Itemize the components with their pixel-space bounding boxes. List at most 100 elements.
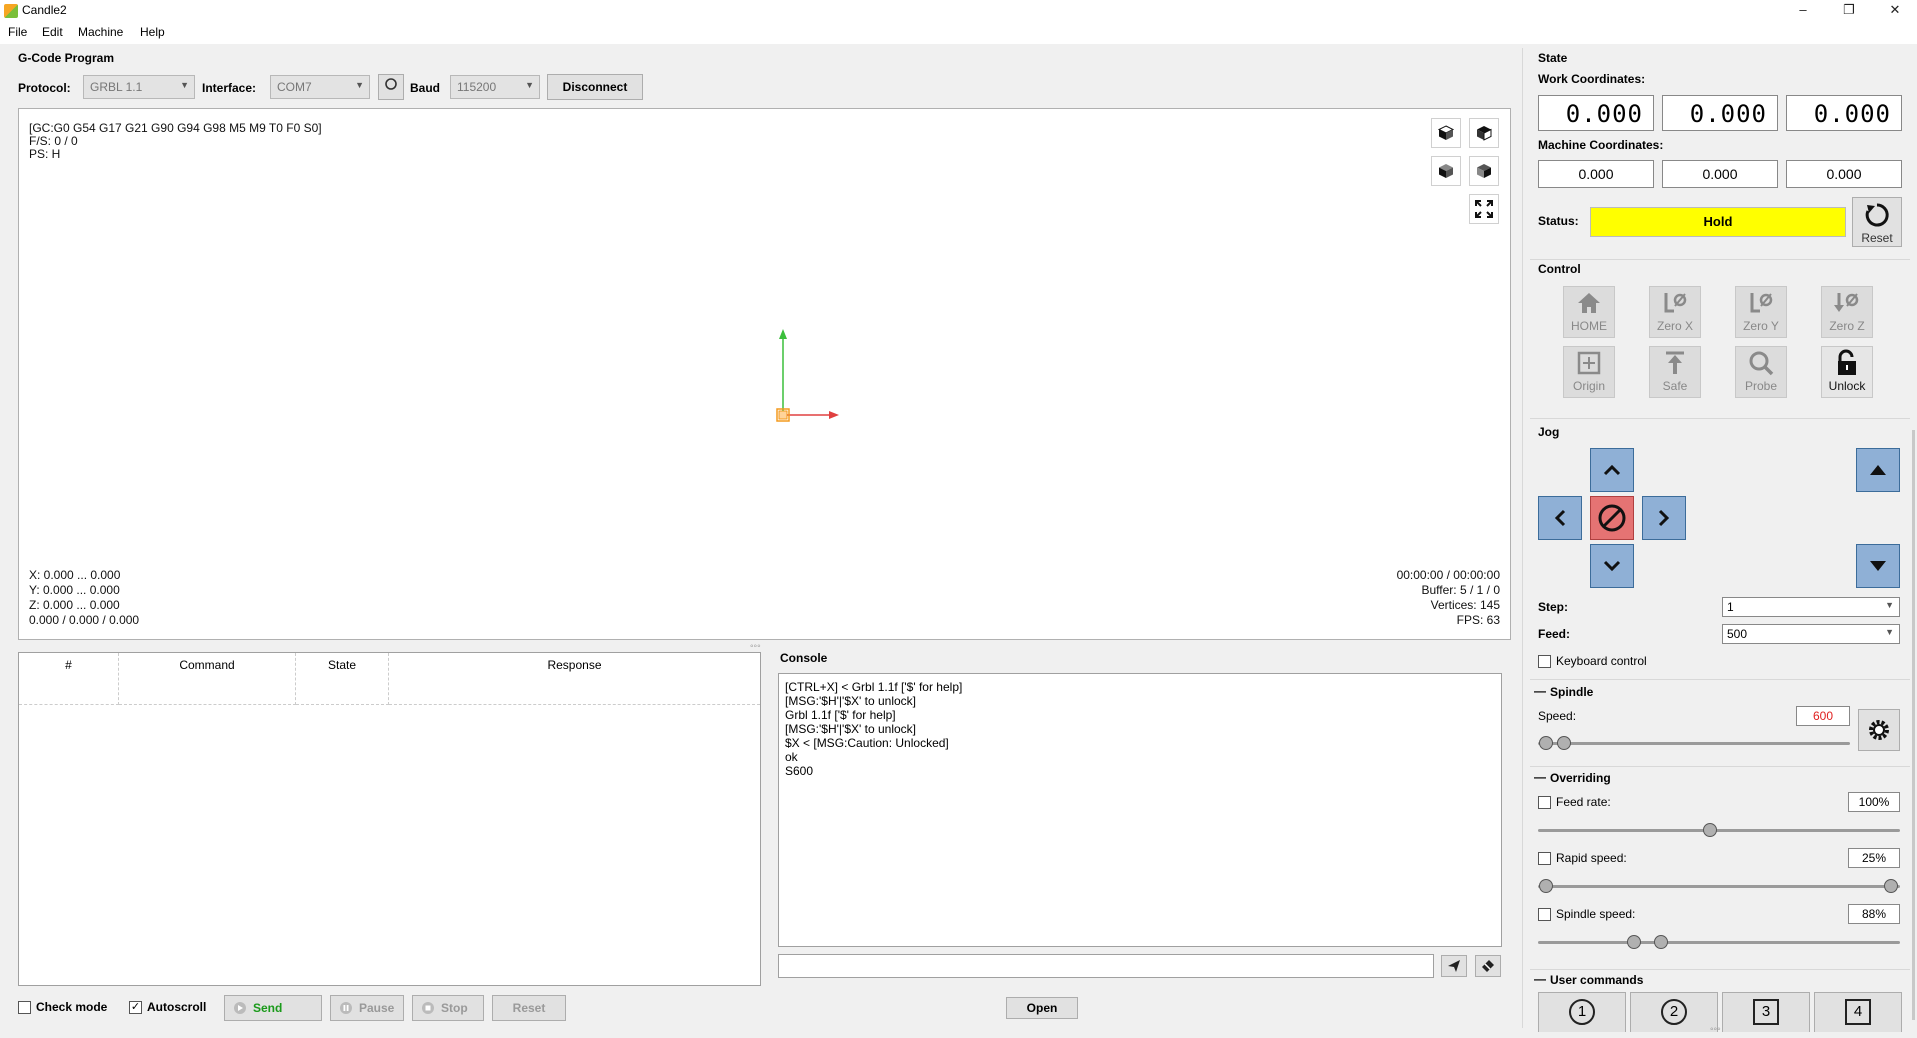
jog-z-minus-button[interactable] bbox=[1856, 544, 1900, 588]
resize-grip[interactable]: ◦◦◦ bbox=[1710, 1024, 1721, 1035]
spindle-speed-value[interactable]: 600 bbox=[1796, 706, 1850, 726]
spindle-override-secondary-knob[interactable] bbox=[1654, 935, 1668, 949]
origin-button[interactable]: Origin bbox=[1563, 346, 1615, 398]
feed-override-label: Feed rate: bbox=[1556, 795, 1611, 809]
view-iso-button[interactable] bbox=[1431, 118, 1461, 148]
open-file-button[interactable]: Open bbox=[1006, 997, 1078, 1019]
divider bbox=[1530, 679, 1910, 680]
column-header-number[interactable]: # bbox=[19, 653, 119, 705]
spindle-override-slider[interactable] bbox=[1627, 935, 1641, 949]
rapid-override-value[interactable]: 25% bbox=[1848, 848, 1900, 868]
home-button[interactable]: HOME bbox=[1563, 286, 1615, 338]
zero-x-label: Zero X bbox=[1656, 319, 1693, 333]
jog-z-plus-button[interactable] bbox=[1856, 448, 1900, 492]
stop-button[interactable]: Stop bbox=[412, 995, 484, 1021]
step-label: Step: bbox=[1538, 600, 1568, 614]
spindle-speed-track bbox=[1538, 742, 1850, 745]
column-header-response[interactable]: Response bbox=[389, 653, 760, 705]
work-coordinates-label: Work Coordinates: bbox=[1538, 72, 1646, 86]
user-command-2-button[interactable]: 2 bbox=[1630, 992, 1718, 1032]
splitter-handle[interactable]: ◦◦◦ bbox=[750, 641, 761, 652]
spindle-speed-min-knob[interactable] bbox=[1539, 736, 1553, 750]
check-mode-checkbox[interactable] bbox=[18, 1001, 31, 1014]
zero-y-button[interactable]: Zero Y bbox=[1735, 286, 1787, 338]
spindle-override-value[interactable]: 88% bbox=[1848, 904, 1900, 924]
refresh-ports-button[interactable] bbox=[378, 74, 404, 100]
spindle-speed-slider[interactable] bbox=[1557, 736, 1571, 750]
view-front-button[interactable] bbox=[1431, 156, 1461, 186]
work-x-display: 0.000 bbox=[1538, 95, 1654, 131]
view-top-button[interactable] bbox=[1469, 118, 1499, 148]
zero-axis-icon bbox=[1750, 293, 1773, 313]
protocol-select[interactable]: GRBL 1.1 ▼ bbox=[83, 75, 195, 99]
console-command-input[interactable] bbox=[778, 954, 1434, 978]
pause-button[interactable]: Pause bbox=[330, 995, 404, 1021]
send-icon bbox=[1448, 960, 1460, 972]
jog-y-minus-button[interactable] bbox=[1590, 544, 1634, 588]
minimize-button[interactable]: – bbox=[1780, 0, 1826, 22]
console-send-button[interactable] bbox=[1441, 955, 1467, 977]
rapid-override-max-knob[interactable] bbox=[1884, 879, 1898, 893]
spindle-toggle-button[interactable] bbox=[1858, 709, 1900, 751]
column-header-command[interactable]: Command bbox=[119, 653, 296, 705]
bounds-x: X: 0.000 ... 0.000 bbox=[29, 568, 121, 582]
app-icon bbox=[4, 4, 18, 18]
spindle-override-checkbox[interactable] bbox=[1538, 908, 1551, 921]
safe-button[interactable]: Safe bbox=[1649, 346, 1701, 398]
jog-x-minus-button[interactable] bbox=[1538, 496, 1582, 540]
pause-icon bbox=[340, 1002, 352, 1014]
viewport-stats: 00:00:00 / 00:00:00 Buffer: 5 / 1 / 0 Ve… bbox=[1397, 568, 1500, 628]
console-clear-button[interactable] bbox=[1475, 955, 1501, 977]
zero-x-button[interactable]: Zero X bbox=[1649, 286, 1701, 338]
user-command-3-button[interactable]: 3 bbox=[1722, 992, 1810, 1032]
menu-file[interactable]: File bbox=[8, 25, 27, 39]
jog-x-plus-button[interactable] bbox=[1642, 496, 1686, 540]
bounds-size: 0.000 / 0.000 / 0.000 bbox=[29, 613, 140, 627]
column-header-state[interactable]: State bbox=[296, 653, 389, 705]
spindle-override-track bbox=[1538, 941, 1900, 944]
unlock-button[interactable]: Unlock bbox=[1821, 346, 1873, 398]
feed-select[interactable]: 500 ▼ bbox=[1722, 624, 1900, 644]
overriding-collapse-icon[interactable]: — bbox=[1534, 770, 1546, 784]
probe-button[interactable]: Probe bbox=[1735, 346, 1787, 398]
menu-edit[interactable]: Edit bbox=[42, 25, 63, 39]
send-label: Send bbox=[253, 1001, 283, 1015]
viewport-bounds: X: 0.000 ... 0.000 Y: 0.000 ... 0.000 Z:… bbox=[29, 568, 139, 628]
autoscroll-checkbox[interactable]: ✓ bbox=[129, 1001, 142, 1014]
gcode-viewport[interactable]: [GC:G0 G54 G17 G21 G90 G94 G98 M5 M9 T0 … bbox=[18, 108, 1511, 640]
step-select[interactable]: 1 ▼ bbox=[1722, 597, 1900, 617]
user-commands-collapse-icon[interactable]: — bbox=[1534, 972, 1546, 986]
user-command-4-button[interactable]: 4 bbox=[1814, 992, 1902, 1032]
rapid-override-checkbox[interactable] bbox=[1538, 852, 1551, 865]
rapid-override-track bbox=[1538, 885, 1900, 888]
right-panel-scrollbar[interactable] bbox=[1912, 430, 1915, 1020]
disconnect-button[interactable]: Disconnect bbox=[547, 74, 643, 100]
jog-stop-button[interactable] bbox=[1590, 496, 1634, 540]
user-command-1-button[interactable]: 1 bbox=[1538, 992, 1626, 1032]
zero-z-button[interactable]: Zero Z bbox=[1821, 286, 1873, 338]
restore-button[interactable]: ❐ bbox=[1826, 0, 1872, 22]
menu-help[interactable]: Help bbox=[140, 25, 165, 39]
jog-y-plus-button[interactable] bbox=[1590, 448, 1634, 492]
divider bbox=[1530, 418, 1910, 419]
state-title: State bbox=[1538, 51, 1568, 65]
interface-select[interactable]: COM7 ▼ bbox=[270, 75, 370, 99]
feed-override-value[interactable]: 100% bbox=[1848, 792, 1900, 812]
close-button[interactable]: ✕ bbox=[1872, 0, 1917, 22]
console-output[interactable]: [CTRL+X] < Grbl 1.1f ['$' for help] [MSG… bbox=[778, 673, 1502, 947]
send-button[interactable]: Send bbox=[224, 995, 322, 1021]
console-line: ok bbox=[785, 750, 798, 764]
fit-view-button[interactable] bbox=[1469, 194, 1499, 224]
rapid-override-slider[interactable] bbox=[1539, 879, 1553, 893]
reset-program-button[interactable]: Reset bbox=[492, 995, 566, 1021]
menu-machine[interactable]: Machine bbox=[78, 25, 123, 39]
soft-reset-button[interactable]: Reset bbox=[1852, 197, 1902, 247]
baud-select[interactable]: 115200 ▼ bbox=[450, 75, 540, 99]
program-table[interactable]: # Command State Response bbox=[18, 652, 761, 986]
spindle-collapse-icon[interactable]: — bbox=[1534, 684, 1546, 698]
play-icon bbox=[234, 1002, 246, 1014]
keyboard-control-checkbox[interactable] bbox=[1538, 655, 1551, 668]
view-left-button[interactable] bbox=[1469, 156, 1499, 186]
feed-override-slider[interactable] bbox=[1703, 823, 1717, 837]
feed-override-checkbox[interactable] bbox=[1538, 796, 1551, 809]
